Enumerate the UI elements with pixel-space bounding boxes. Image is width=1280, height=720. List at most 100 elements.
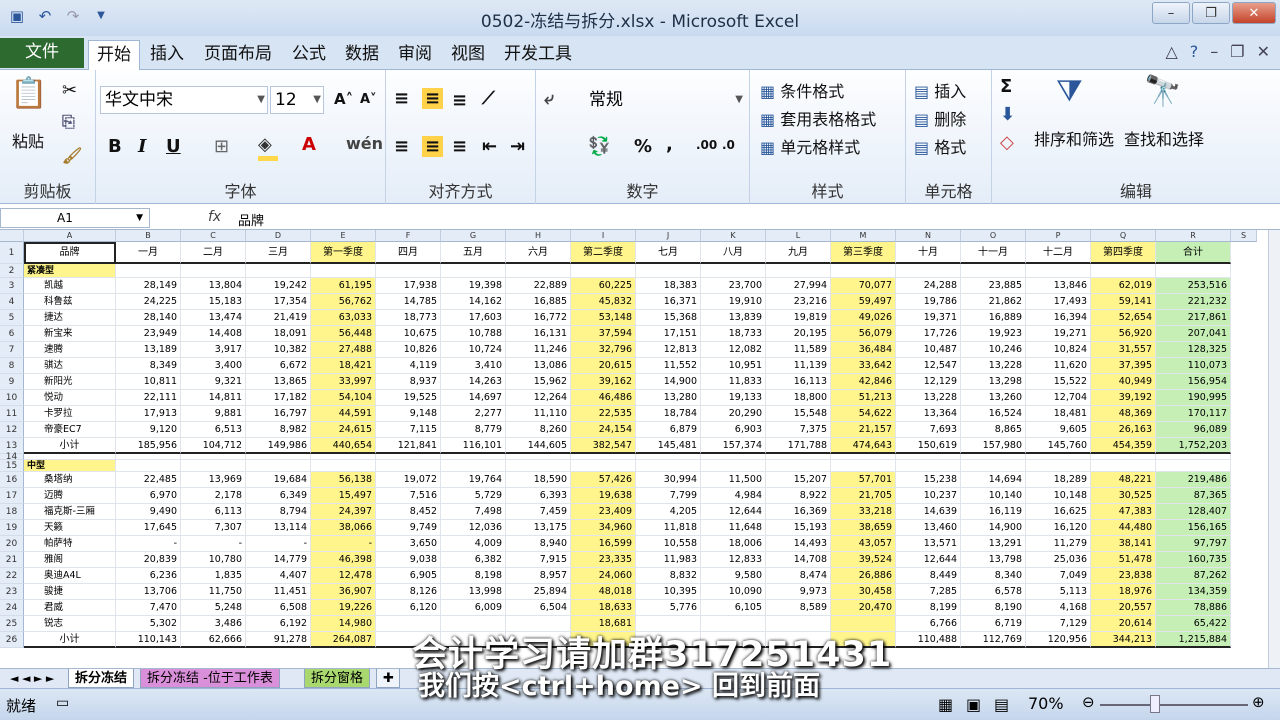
column-header-b[interactable]: B	[116, 230, 181, 242]
cell-f10[interactable]: 19,525	[376, 390, 441, 406]
cell-n7[interactable]: 10,487	[896, 342, 961, 358]
cell-l1[interactable]: 九月	[766, 242, 831, 264]
cell-r3[interactable]: 253,516	[1156, 278, 1231, 294]
font-size-select[interactable]: 12 ▼	[270, 86, 324, 114]
cell-r25[interactable]: 65,422	[1156, 616, 1231, 632]
cell-r12[interactable]: 96,089	[1156, 422, 1231, 438]
column-header-i[interactable]: I	[571, 230, 636, 242]
cell-p24[interactable]: 4,168	[1026, 600, 1091, 616]
cell-j3[interactable]: 18,383	[636, 278, 701, 294]
cell-i3[interactable]: 60,225	[571, 278, 636, 294]
sheet-tab-2[interactable]: 拆分冻结 -位于工作表	[140, 669, 280, 688]
font-color-icon[interactable]: A	[302, 134, 316, 155]
cell-p13[interactable]: 145,760	[1026, 438, 1091, 454]
column-header-j[interactable]: J	[636, 230, 701, 242]
cell-g9[interactable]: 14,263	[441, 374, 506, 390]
cell-i7[interactable]: 32,796	[571, 342, 636, 358]
cell-n12[interactable]: 7,693	[896, 422, 961, 438]
cell-f18[interactable]: 8,452	[376, 504, 441, 520]
cell-e15[interactable]	[311, 460, 376, 472]
cell-b3[interactable]: 28,149	[116, 278, 181, 294]
column-header-m[interactable]: M	[831, 230, 896, 242]
wrap-text-icon[interactable]: ⤶	[544, 88, 554, 109]
row-header-4[interactable]: 4	[0, 294, 24, 310]
cell-l21[interactable]: 14,708	[766, 552, 831, 568]
cell-r17[interactable]: 87,365	[1156, 488, 1231, 504]
cell-i20[interactable]: 16,599	[571, 536, 636, 552]
cell-h6[interactable]: 16,131	[506, 326, 571, 342]
cell-k4[interactable]: 19,910	[701, 294, 766, 310]
cell-b22[interactable]: 6,236	[116, 568, 181, 584]
cell-g17[interactable]: 5,729	[441, 488, 506, 504]
cell-r2[interactable]	[1156, 264, 1231, 278]
cell-k24[interactable]: 6,105	[701, 600, 766, 616]
cell-a13[interactable]: 小计	[24, 438, 116, 454]
row-header-10[interactable]: 10	[0, 390, 24, 406]
cell-g21[interactable]: 6,382	[441, 552, 506, 568]
cell-f16[interactable]: 19,072	[376, 472, 441, 488]
cell-c23[interactable]: 11,750	[181, 584, 246, 600]
cell-h2[interactable]	[506, 264, 571, 278]
cell-k1[interactable]: 八月	[701, 242, 766, 264]
cell-p7[interactable]: 10,824	[1026, 342, 1091, 358]
percent-button[interactable]: %	[634, 136, 652, 157]
worksheet-grid[interactable]: A B C D E F G H I J K L M N O P Q R S 1 品牌 一月 二月 三月 第一季度 四月 五月 六月 第二…	[0, 230, 1268, 668]
cell-b23[interactable]: 13,706	[116, 584, 181, 600]
cell-j18[interactable]: 4,205	[636, 504, 701, 520]
decrease-indent-icon[interactable]: ⇤	[482, 136, 497, 157]
cell-j17[interactable]: 7,799	[636, 488, 701, 504]
cell-r23[interactable]: 134,359	[1156, 584, 1231, 600]
cell-p1[interactable]: 十二月	[1026, 242, 1091, 264]
cell-n19[interactable]: 13,460	[896, 520, 961, 536]
zoom-level[interactable]: 70%	[1028, 694, 1064, 713]
cell-h18[interactable]: 7,459	[506, 504, 571, 520]
cell-i1[interactable]: 第二季度	[571, 242, 636, 264]
page-layout-view-icon[interactable]: ▣	[966, 695, 981, 714]
cell-l10[interactable]: 18,800	[766, 390, 831, 406]
cell-i23[interactable]: 48,018	[571, 584, 636, 600]
cell-q13[interactable]: 454,359	[1091, 438, 1156, 454]
cell-e4[interactable]: 56,762	[311, 294, 376, 310]
cell-h1[interactable]: 六月	[506, 242, 571, 264]
cell-g4[interactable]: 14,162	[441, 294, 506, 310]
cell-g12[interactable]: 8,779	[441, 422, 506, 438]
cell-g23[interactable]: 13,998	[441, 584, 506, 600]
cell-l3[interactable]: 27,994	[766, 278, 831, 294]
cell-n17[interactable]: 10,237	[896, 488, 961, 504]
cell-r10[interactable]: 190,995	[1156, 390, 1231, 406]
cell-b7[interactable]: 13,189	[116, 342, 181, 358]
cell-r15[interactable]	[1156, 460, 1231, 472]
cell-j20[interactable]: 10,558	[636, 536, 701, 552]
cell-q16[interactable]: 48,221	[1091, 472, 1156, 488]
cell-g6[interactable]: 10,788	[441, 326, 506, 342]
cell-q5[interactable]: 52,654	[1091, 310, 1156, 326]
cell-i5[interactable]: 53,148	[571, 310, 636, 326]
cell-d15[interactable]	[246, 460, 311, 472]
cell-f11[interactable]: 9,148	[376, 406, 441, 422]
cell-o24[interactable]: 8,190	[961, 600, 1026, 616]
cell-a12[interactable]: 帝豪EC7	[24, 422, 116, 438]
cell-m22[interactable]: 26,886	[831, 568, 896, 584]
cell-f21[interactable]: 9,038	[376, 552, 441, 568]
cell-o23[interactable]: 6,578	[961, 584, 1026, 600]
cell-c8[interactable]: 3,400	[181, 358, 246, 374]
tab-review[interactable]: 审阅	[398, 40, 432, 70]
cell-o20[interactable]: 13,291	[961, 536, 1026, 552]
cell-o22[interactable]: 8,340	[961, 568, 1026, 584]
cell-k19[interactable]: 11,648	[701, 520, 766, 536]
cell-g7[interactable]: 10,724	[441, 342, 506, 358]
fill-icon[interactable]: ⬇	[1000, 104, 1015, 125]
cell-k11[interactable]: 20,290	[701, 406, 766, 422]
cell-o8[interactable]: 13,228	[961, 358, 1026, 374]
cell-m19[interactable]: 38,659	[831, 520, 896, 536]
cell-k5[interactable]: 13,839	[701, 310, 766, 326]
cell-p3[interactable]: 13,846	[1026, 278, 1091, 294]
cell-f24[interactable]: 6,120	[376, 600, 441, 616]
cell-d25[interactable]: 6,192	[246, 616, 311, 632]
cell-o12[interactable]: 8,865	[961, 422, 1026, 438]
cell-q12[interactable]: 26,163	[1091, 422, 1156, 438]
cell-h24[interactable]: 6,504	[506, 600, 571, 616]
column-header-c[interactable]: C	[181, 230, 246, 242]
cell-p9[interactable]: 15,522	[1026, 374, 1091, 390]
cell-n22[interactable]: 8,449	[896, 568, 961, 584]
